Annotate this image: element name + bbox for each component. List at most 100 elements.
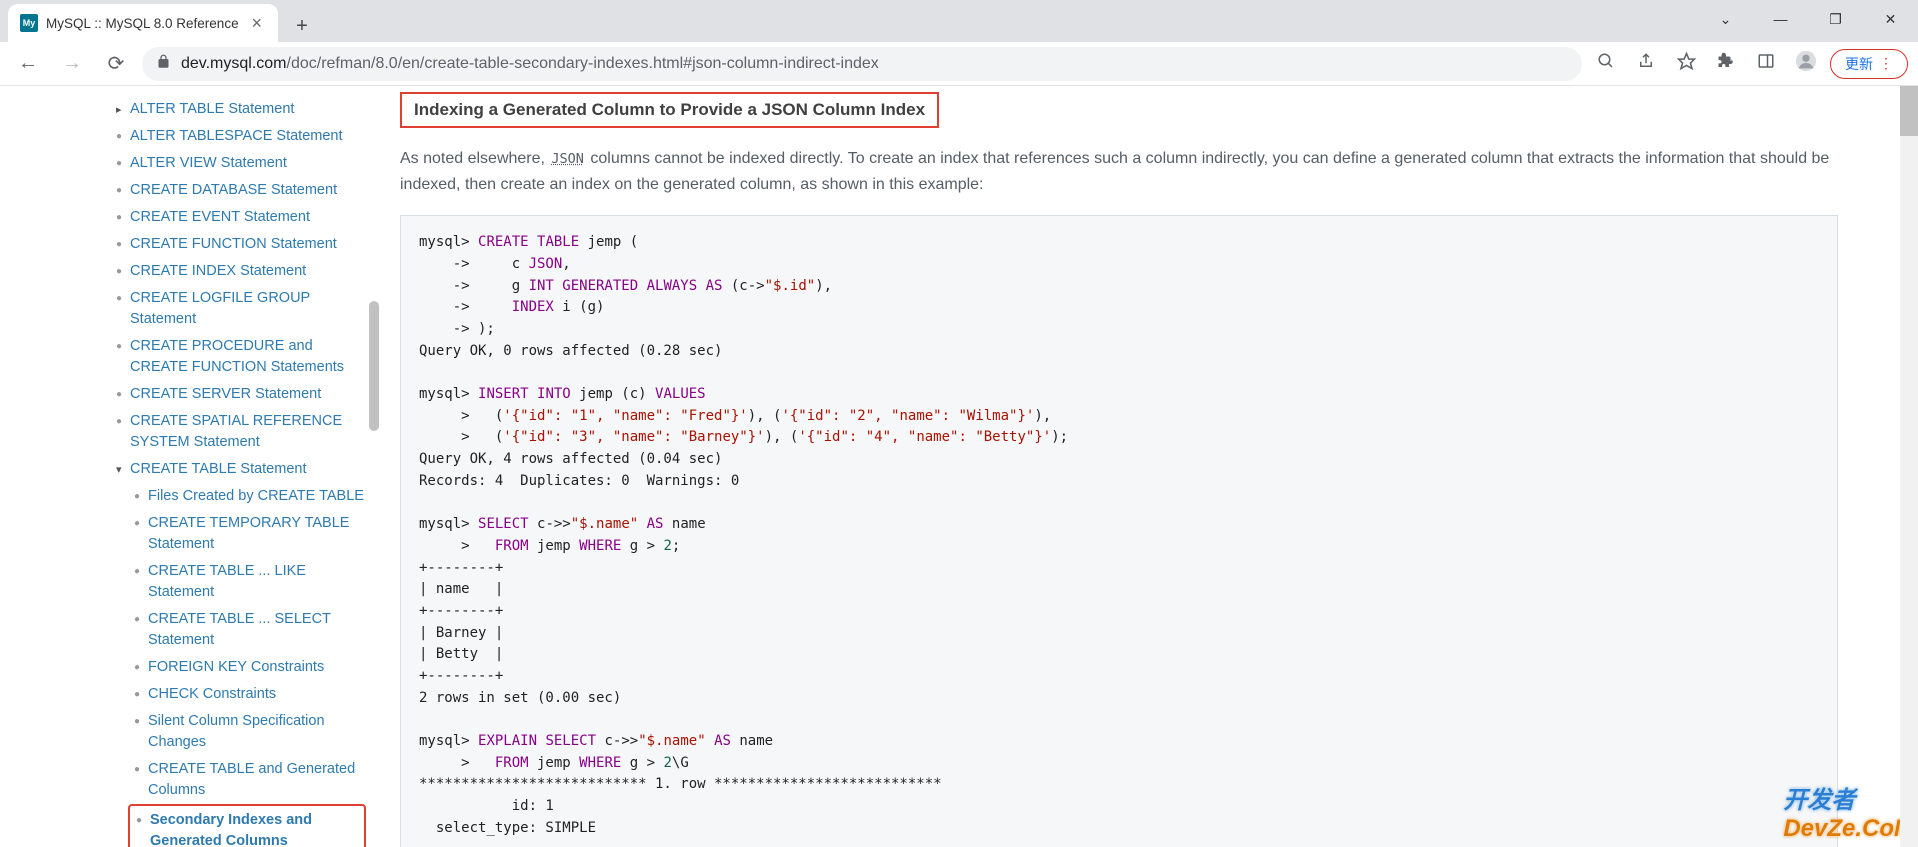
sidebar-link[interactable]: ALTER VIEW Statement <box>130 153 287 174</box>
sidebar-link[interactable]: CREATE TEMPORARY TABLE Statement <box>148 513 366 555</box>
bookmark-star-icon[interactable] <box>1670 52 1702 76</box>
page-scroll-thumb[interactable] <box>1900 86 1918 136</box>
sidebar-item[interactable]: ●CREATE TEMPORARY TABLE Statement <box>134 510 366 558</box>
back-button[interactable]: ← <box>10 46 46 82</box>
sidebar-item[interactable]: ▾CREATE TABLE Statement <box>116 456 366 483</box>
sidebar-item[interactable]: ●CREATE EVENT Statement <box>116 204 366 231</box>
tab-dropdown[interactable]: ⌄ <box>1698 0 1753 38</box>
sidebar-item[interactable]: ●CREATE PROCEDURE and CREATE FUNCTION St… <box>116 333 366 381</box>
main-container: ▸ALTER TABLE Statement●ALTER TABLESPACE … <box>0 86 1918 847</box>
bullet-icon: ● <box>116 288 130 307</box>
window-controls: ⌄ — ❐ ✕ <box>1698 0 1918 38</box>
side-panel-icon[interactable] <box>1750 52 1782 75</box>
update-button[interactable]: 更新 ⋮ <box>1830 49 1908 79</box>
sidebar-item[interactable]: ●Files Created by CREATE TABLE <box>134 483 366 510</box>
sidebar-link[interactable]: CREATE LOGFILE GROUP Statement <box>130 288 366 330</box>
address-bar[interactable]: dev.mysql.com/doc/refman/8.0/en/create-t… <box>142 47 1582 81</box>
sidebar-link[interactable]: CREATE EVENT Statement <box>130 207 310 228</box>
sidebar-item[interactable]: ●CREATE FUNCTION Statement <box>116 231 366 258</box>
page-scrollbar[interactable] <box>1900 86 1918 847</box>
sidebar-link[interactable]: CREATE DATABASE Statement <box>130 180 337 201</box>
sidebar-link[interactable]: ALTER TABLESPACE Statement <box>130 126 343 147</box>
bullet-icon: ● <box>116 384 130 403</box>
sidebar-scroll-thumb[interactable] <box>369 301 379 431</box>
bullet-icon: ● <box>134 759 148 778</box>
sidebar-item[interactable]: ●CREATE SPATIAL REFERENCE SYSTEM Stateme… <box>116 408 366 456</box>
bullet-icon: ● <box>136 810 150 829</box>
sidebar-link[interactable]: CREATE SERVER Statement <box>130 384 321 405</box>
sql-code-block: mysql> CREATE TABLE jemp ( -> c JSON, ->… <box>400 215 1838 847</box>
bullet-icon: ● <box>116 336 130 355</box>
watermark: 开发者 DevZe.CoM <box>1783 780 1914 843</box>
bullet-icon: ● <box>116 234 130 253</box>
browser-tab[interactable]: My MySQL :: MySQL 8.0 Reference × <box>8 4 278 42</box>
sidebar-link[interactable]: CREATE TABLE ... LIKE Statement <box>148 561 366 603</box>
sidebar-link[interactable]: CREATE FUNCTION Statement <box>130 234 337 255</box>
update-label: 更新 <box>1845 54 1873 74</box>
bullet-icon: ● <box>116 261 130 280</box>
sidebar-item[interactable]: ●CHECK Constraints <box>134 681 366 708</box>
section-heading-box: Indexing a Generated Column to Provide a… <box>400 92 939 128</box>
sidebar-scrollbar[interactable] <box>368 86 380 847</box>
bullet-icon: ● <box>134 684 148 703</box>
sidebar-link[interactable]: ALTER TABLE Statement <box>130 99 294 120</box>
address-bar-row: ← → ⟳ dev.mysql.com/doc/refman/8.0/en/cr… <box>0 42 1918 86</box>
intro-paragraph: As noted elsewhere, JSON columns cannot … <box>400 146 1838 197</box>
bullet-icon: ● <box>134 711 148 730</box>
sidebar-link[interactable]: CHECK Constraints <box>148 684 276 705</box>
sidebar-item[interactable]: ●ALTER VIEW Statement <box>116 150 366 177</box>
reload-button[interactable]: ⟳ <box>98 46 134 82</box>
sidebar-item[interactable]: ●CREATE SERVER Statement <box>116 381 366 408</box>
url-text: dev.mysql.com/doc/refman/8.0/en/create-t… <box>181 55 1568 73</box>
sidebar-item[interactable]: ●FOREIGN KEY Constraints <box>134 654 366 681</box>
bullet-icon: ● <box>116 126 130 145</box>
bullet-icon: ● <box>116 411 130 430</box>
zoom-icon[interactable] <box>1590 52 1622 75</box>
sidebar-link[interactable]: Files Created by CREATE TABLE <box>148 486 364 507</box>
bullet-icon: ● <box>116 207 130 226</box>
sidebar-link[interactable]: CREATE INDEX Statement <box>130 261 306 282</box>
sidebar-link[interactable]: CREATE TABLE ... SELECT Statement <box>148 609 366 651</box>
sidebar-item[interactable]: ●CREATE TABLE ... SELECT Statement <box>134 606 366 654</box>
close-tab-icon[interactable]: × <box>247 13 266 34</box>
bullet-icon: ● <box>134 657 148 676</box>
sidebar-item[interactable]: ●CREATE DATABASE Statement <box>116 177 366 204</box>
menu-dots-icon: ⋮ <box>1879 55 1893 72</box>
sidebar-item[interactable]: ●CREATE TABLE ... LIKE Statement <box>134 558 366 606</box>
section-heading: Indexing a Generated Column to Provide a… <box>414 100 925 120</box>
sidebar-link[interactable]: CREATE SPATIAL REFERENCE SYSTEM Statemen… <box>130 411 366 453</box>
bullet-icon: ● <box>134 513 148 532</box>
sidebar-item[interactable]: ●Silent Column Specification Changes <box>134 708 366 756</box>
caret-icon: ▸ <box>116 99 130 119</box>
close-window-button[interactable]: ✕ <box>1863 0 1918 38</box>
extensions-icon[interactable] <box>1710 52 1742 75</box>
sidebar-link[interactable]: FOREIGN KEY Constraints <box>148 657 324 678</box>
profile-avatar-icon[interactable] <box>1790 50 1822 77</box>
maximize-button[interactable]: ❐ <box>1808 0 1863 38</box>
sidebar-link[interactable]: CREATE TABLE Statement <box>130 459 307 480</box>
sidebar-wrap: ▸ALTER TABLE Statement●ALTER TABLESPACE … <box>0 86 380 847</box>
json-code: JSON <box>549 151 586 167</box>
sidebar-link[interactable]: Secondary Indexes and Generated Columns <box>150 810 358 847</box>
tab-bar: My MySQL :: MySQL 8.0 Reference × + <box>0 0 1918 42</box>
doc-sidebar: ▸ALTER TABLE Statement●ALTER TABLESPACE … <box>110 86 380 847</box>
bullet-icon: ● <box>134 609 148 628</box>
tab-title: MySQL :: MySQL 8.0 Reference <box>46 16 239 31</box>
forward-button[interactable]: → <box>54 46 90 82</box>
new-tab-button[interactable]: + <box>286 10 318 42</box>
sidebar-link[interactable]: CREATE TABLE and Generated Columns <box>148 759 366 801</box>
sidebar-item[interactable]: ●CREATE TABLE and Generated Columns <box>134 756 366 804</box>
sidebar-item[interactable]: ▸ALTER TABLE Statement <box>116 96 366 123</box>
sidebar-link[interactable]: CREATE PROCEDURE and CREATE FUNCTION Sta… <box>130 336 366 378</box>
minimize-button[interactable]: — <box>1753 0 1808 38</box>
sidebar-item[interactable]: ●Secondary Indexes and Generated Columns <box>128 804 366 847</box>
sidebar-item[interactable]: ●CREATE LOGFILE GROUP Statement <box>116 285 366 333</box>
share-icon[interactable] <box>1630 52 1662 75</box>
caret-icon: ▾ <box>116 459 130 479</box>
content-area: Indexing a Generated Column to Provide a… <box>380 86 1918 847</box>
sidebar-link[interactable]: Silent Column Specification Changes <box>148 711 366 753</box>
mysql-favicon: My <box>20 14 38 32</box>
sidebar-item[interactable]: ●ALTER TABLESPACE Statement <box>116 123 366 150</box>
bullet-icon: ● <box>116 180 130 199</box>
sidebar-item[interactable]: ●CREATE INDEX Statement <box>116 258 366 285</box>
